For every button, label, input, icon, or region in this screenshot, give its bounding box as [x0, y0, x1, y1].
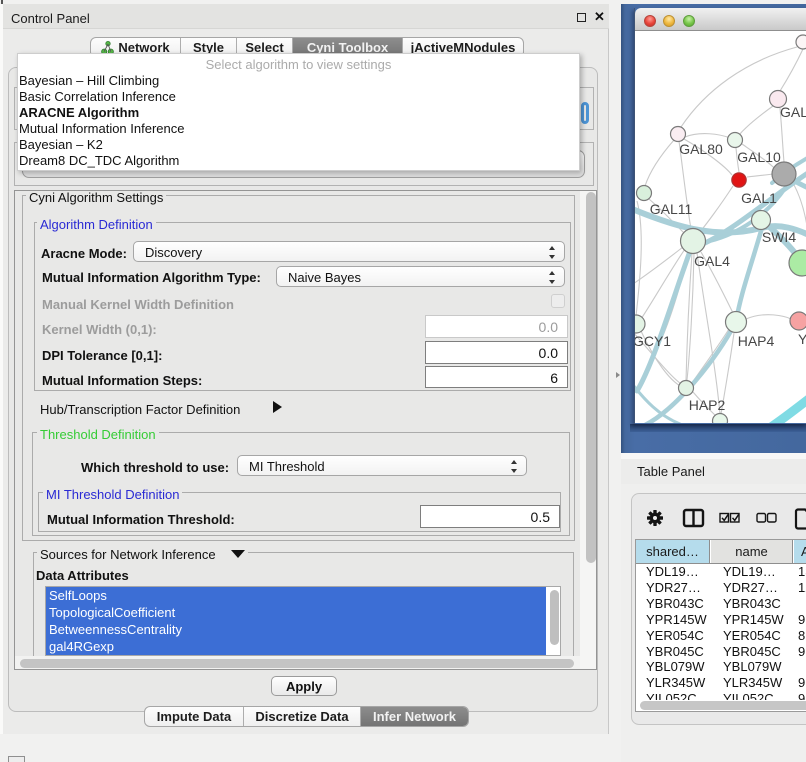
svg-text:GAL4: GAL4 — [694, 253, 730, 269]
svg-text:HAP4: HAP4 — [738, 333, 775, 349]
svg-text:GAL11: GAL11 — [650, 201, 693, 217]
svg-text:HAP2: HAP2 — [689, 397, 726, 413]
svg-text:GAL10: GAL10 — [737, 149, 781, 165]
svg-text:GCY1: GCY1 — [635, 333, 671, 349]
svg-text:GAL80: GAL80 — [679, 141, 723, 157]
svg-text:SWI4: SWI4 — [762, 229, 796, 245]
svg-text:YM: YM — [798, 331, 806, 347]
svg-text:GAL: GAL — [780, 104, 806, 120]
svg-text:GAL1: GAL1 — [741, 190, 777, 206]
